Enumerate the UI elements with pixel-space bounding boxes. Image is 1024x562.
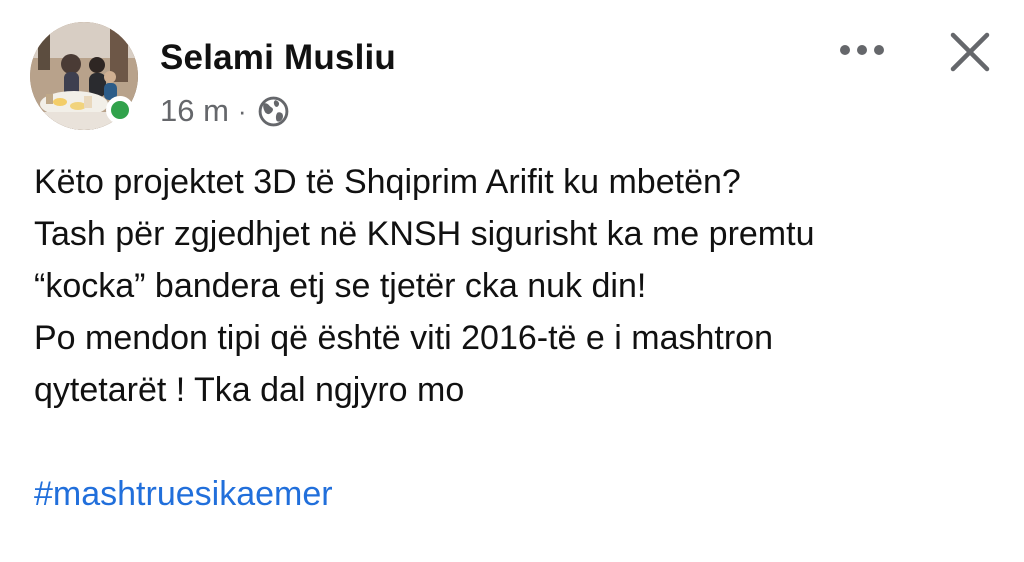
more-options-button[interactable]	[835, 36, 889, 64]
globe-icon	[258, 96, 288, 126]
post-meta: 16 m ·	[160, 91, 290, 131]
more-horizontal-icon	[840, 45, 884, 55]
post-time[interactable]: 16 m	[160, 93, 229, 129]
post-text-line: Po mendon tipi që është viti 2016-të e i…	[34, 319, 773, 357]
hashtag-link[interactable]: #mashtruesikaemer	[34, 468, 333, 520]
author-name[interactable]: Selami Musliu	[160, 38, 396, 78]
post-text-line: Tash për zgjedhjet në KNSH sigurisht ka …	[34, 215, 815, 253]
post-body: Këto projektet 3D të Shqiprim Arifit ku …	[34, 156, 994, 520]
post-spacer	[34, 416, 994, 468]
close-button[interactable]	[944, 26, 996, 78]
facebook-post: Selami Musliu 16 m · Këto projektet 3D t…	[0, 0, 1024, 562]
post-text-line: Këto projektet 3D të Shqiprim Arifit ku …	[34, 163, 741, 201]
post-text-line: “kocka” bandera etj se tjetër cka nuk di…	[34, 267, 647, 305]
close-icon	[950, 32, 990, 72]
post-text-line: qytetarët ! Tka dal ngjyro mo	[34, 371, 465, 409]
online-status-dot	[106, 96, 134, 124]
meta-separator: ·	[237, 96, 247, 126]
